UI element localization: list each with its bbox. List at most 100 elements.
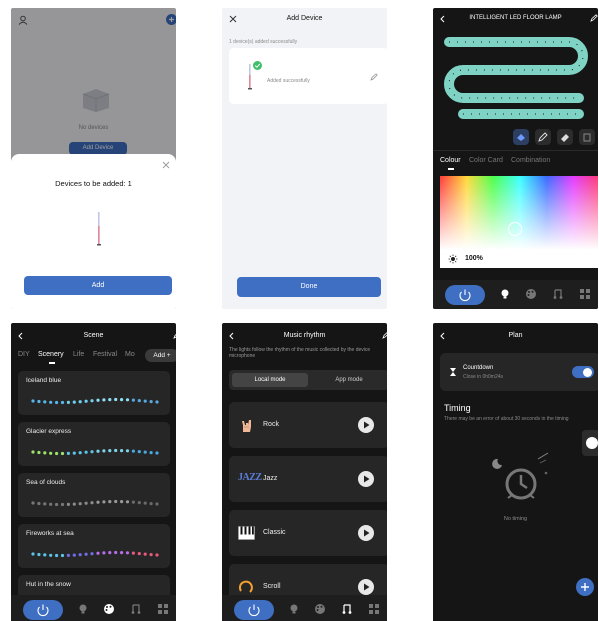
scene-dot	[66, 451, 70, 455]
scene-name: Glacier express	[26, 428, 72, 435]
scene-dot	[31, 552, 35, 556]
add-device-screen: Add Device 1 device(s) added successfull…	[222, 8, 387, 309]
music-item-rock[interactable]: Rock	[229, 402, 387, 448]
music-label: Jazz	[263, 475, 278, 482]
tab-diy[interactable]: DIY	[18, 351, 30, 358]
page-title: INTELLIGENT LED FLOOR LAMP	[469, 15, 562, 21]
tab-festival[interactable]: Festival	[93, 351, 117, 358]
countdown-card[interactable]: Countdown Close in 0h0m24s	[440, 353, 598, 391]
add-button[interactable]: Add	[24, 276, 172, 295]
play-button[interactable]	[358, 579, 374, 595]
scene-dot	[60, 553, 65, 558]
scene-dot	[102, 551, 106, 555]
scene-dot	[55, 451, 59, 456]
device-status: Added successfully	[267, 78, 310, 84]
floating-toggle[interactable]	[582, 430, 598, 456]
palette-icon[interactable]	[314, 603, 326, 615]
scene-card-fireworks-at-sea[interactable]: Fireworks at sea	[18, 524, 170, 568]
mode-switch: Local mode App mode	[229, 370, 387, 390]
done-button[interactable]: Done	[237, 277, 381, 297]
color-picker-handle[interactable]	[508, 222, 522, 236]
tab-more[interactable]: Mo	[125, 351, 135, 358]
tab-colour[interactable]: Colour	[440, 157, 461, 164]
play-button[interactable]	[358, 471, 374, 487]
countdown-toggle[interactable]	[572, 366, 594, 378]
scene-dot	[31, 450, 35, 454]
scene-dot	[102, 500, 106, 504]
device-card[interactable]: Added successfully	[229, 48, 387, 104]
scene-dot	[96, 500, 100, 504]
scene-dot	[72, 400, 76, 404]
tab-life[interactable]: Life	[73, 351, 84, 358]
bulb-icon[interactable]	[499, 288, 511, 300]
scene-dot	[84, 450, 88, 454]
close-icon[interactable]	[162, 161, 170, 169]
led-strip-preview[interactable]	[439, 30, 598, 120]
eraser-tool-button[interactable]	[557, 129, 573, 145]
fill-tool-button[interactable]	[513, 129, 529, 145]
timing-note: There may be an error of about 30 second…	[444, 416, 569, 422]
scene-dot	[149, 400, 153, 404]
description: The lights follow the rhythm of the musi…	[229, 347, 371, 359]
sun-icon	[448, 254, 458, 264]
scene-dots	[31, 499, 159, 507]
add-timer-button[interactable]	[576, 578, 594, 596]
bottom-tabbar	[222, 595, 387, 621]
edit-icon[interactable]	[590, 14, 598, 22]
music-item-classic[interactable]: Classic	[229, 510, 387, 556]
palette-icon[interactable]	[103, 603, 115, 615]
scene-dot	[43, 502, 47, 506]
play-button[interactable]	[358, 417, 374, 433]
scene-dot	[78, 553, 82, 557]
palette-icon[interactable]	[525, 288, 537, 300]
page-title: Music rhythm	[283, 332, 326, 339]
scene-dot	[131, 398, 135, 402]
color-picker[interactable]	[440, 176, 598, 250]
scene-card-sea-of-clouds[interactable]: Sea of clouds	[18, 473, 170, 517]
tab-combination[interactable]: Combination	[511, 157, 550, 164]
power-button[interactable]	[234, 600, 274, 620]
grid-icon[interactable]	[157, 603, 169, 615]
scene-dot	[120, 398, 124, 402]
edit-icon[interactable]	[173, 331, 176, 339]
music-label: Rock	[263, 421, 279, 428]
power-button[interactable]	[445, 285, 485, 305]
clear-tool-button[interactable]	[579, 129, 595, 145]
tab-color-card[interactable]: Color Card	[469, 157, 503, 164]
pen-tool-button[interactable]	[535, 129, 551, 145]
bottom-tabbar	[11, 595, 176, 621]
scene-dot	[55, 502, 59, 507]
scene-dot	[90, 552, 94, 556]
page-title: Scene	[83, 332, 104, 339]
grid-icon[interactable]	[368, 603, 380, 615]
music-item-jazz[interactable]: JAZZ Jazz	[229, 456, 387, 502]
power-button[interactable]	[23, 600, 63, 620]
tab-scenery[interactable]: Scenery	[38, 351, 64, 358]
brightness-bar[interactable]: 100%	[440, 250, 598, 268]
scene-dot	[125, 551, 130, 555]
scene-dot	[66, 400, 70, 404]
app-mode-tab[interactable]: App mode	[311, 373, 387, 387]
scene-dot	[108, 449, 112, 453]
edit-icon[interactable]	[382, 331, 387, 339]
lamp-control-screen: INTELLIGENT LED FLOOR LAMP Colour Color …	[433, 8, 598, 309]
scene-dot	[43, 400, 47, 404]
brightness-value: 100%	[465, 255, 483, 262]
scene-name: Hut in the snow	[26, 581, 71, 588]
empty-timing-illustration	[488, 451, 554, 507]
bulb-icon[interactable]	[77, 603, 89, 615]
bulb-icon[interactable]	[288, 603, 300, 615]
add-scene-button[interactable]: Add +	[145, 349, 176, 362]
grid-icon[interactable]	[579, 288, 591, 300]
scene-card-iceland-blue[interactable]: Iceland blue	[18, 371, 170, 415]
toggle-knob	[586, 437, 598, 449]
music-icon[interactable]	[130, 603, 142, 615]
scene-dot	[66, 502, 70, 506]
play-button[interactable]	[358, 525, 374, 541]
scene-dot	[143, 450, 147, 454]
music-icon[interactable]	[341, 603, 353, 615]
music-icon[interactable]	[552, 288, 564, 300]
edit-icon[interactable]	[370, 73, 378, 81]
local-mode-tab[interactable]: Local mode	[232, 373, 308, 387]
scene-card-glacier-express[interactable]: Glacier express	[18, 422, 170, 466]
